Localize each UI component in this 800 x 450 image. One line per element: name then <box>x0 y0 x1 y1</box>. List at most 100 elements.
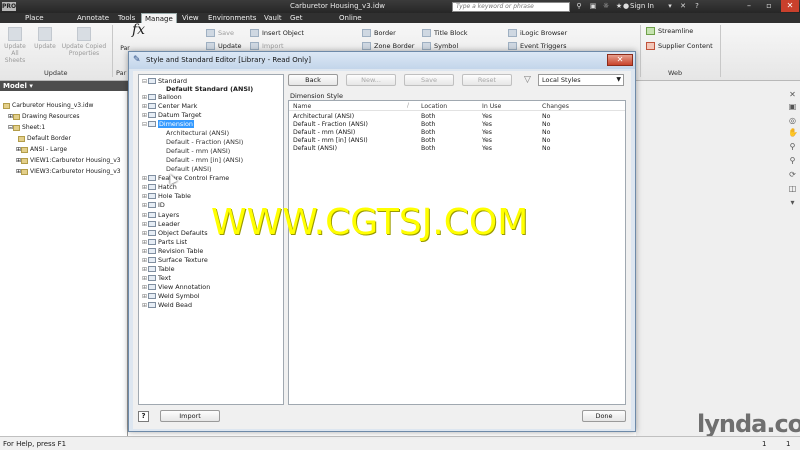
browser-item-sheet[interactable]: ⊟ Sheet:1 <box>8 124 45 131</box>
browser-item-drawing-resources[interactable]: ⊞ Drawing Resources <box>8 113 80 120</box>
chevron-down-icon[interactable]: ▾ <box>665 2 675 11</box>
browser-header[interactable]: Model ▾ <box>0 81 128 91</box>
tree-node-text[interactable]: ⊞ Text <box>142 274 171 282</box>
tab-online[interactable]: Online <box>336 13 365 23</box>
tab-environments[interactable]: Environments <box>205 13 259 23</box>
style-filter-select[interactable]: Local Styles ▼ <box>538 74 624 86</box>
viewcube-icon[interactable]: ▣ <box>788 102 797 111</box>
tree-node-architectural-ansi[interactable]: Architectural (ANSI) <box>166 129 229 137</box>
column-header-location[interactable]: Location <box>421 103 447 110</box>
graphics-window[interactable] <box>636 81 800 436</box>
maximize-button[interactable]: ▫ <box>760 0 778 12</box>
tree-node-default-mm-in-ansi[interactable]: Default - mm [in] (ANSI) <box>166 156 243 164</box>
border-button[interactable]: Border <box>362 29 396 37</box>
tree-node-parts-list[interactable]: ⊞ Parts List <box>142 238 187 246</box>
binoculars-icon[interactable]: ⚲ <box>574 2 584 11</box>
table-row[interactable]: Default - mm [in] (ANSI) Both Yes No <box>289 137 625 145</box>
tree-node-view-annotation[interactable]: ⊞ View Annotation <box>142 283 210 291</box>
tree-node-hatch[interactable]: ⊞ Hatch <box>142 183 177 191</box>
browser-item-document[interactable]: Carburetor Housing_v3.idw <box>3 102 93 109</box>
column-header-changes[interactable]: Changes <box>542 103 569 110</box>
look-at-icon[interactable]: ◫ <box>788 184 797 193</box>
steering-wheel-icon[interactable]: ◎ <box>788 116 797 125</box>
style-table[interactable]: Name / Location In Use Changes Architect… <box>288 100 626 405</box>
chevron-down-icon[interactable]: ▾ <box>788 198 797 207</box>
close-icon[interactable]: ✕ <box>788 90 797 99</box>
tree-node-id[interactable]: ⊞ ID <box>142 201 165 209</box>
browser-item-view3[interactable]: ⊞ VIEW3:Carburetor Housing_v3 <box>16 168 121 175</box>
tree-node-balloon[interactable]: ⊞ Balloon <box>142 93 182 101</box>
save-button[interactable]: Save <box>404 74 454 86</box>
update-copied-properties-button[interactable]: Update Copied Properties <box>60 27 108 57</box>
tree-node-weld-symbol[interactable]: ⊞ Weld Symbol <box>142 292 200 300</box>
ilogic-browser-button[interactable]: iLogic Browser <box>508 29 567 37</box>
back-button[interactable]: Back <box>288 74 338 86</box>
new-button[interactable]: New... <box>346 74 396 86</box>
tree-node-standard[interactable]: ⊟ Standard <box>142 77 187 85</box>
orbit-icon[interactable]: ⟳ <box>788 170 797 179</box>
tree-node-leader[interactable]: ⊞ Leader <box>142 220 180 228</box>
zoom-icon[interactable]: ⚲ <box>788 142 797 151</box>
import-style-button[interactable]: Import <box>160 410 220 422</box>
tree-node-table[interactable]: ⊞ Table <box>142 265 175 273</box>
tree-node-center-mark[interactable]: ⊞ Center Mark <box>142 102 197 110</box>
tab-view[interactable]: View <box>179 13 202 23</box>
tree-node-revision-table[interactable]: ⊞ Revision Table <box>142 247 203 255</box>
tree-node-default-mm-ansi[interactable]: Default - mm (ANSI) <box>166 147 230 155</box>
help-icon[interactable]: ? <box>692 2 702 11</box>
reset-button[interactable]: Reset <box>462 74 512 86</box>
close-button[interactable]: ✕ <box>781 0 799 12</box>
tab-annotate[interactable]: Annotate <box>74 13 112 23</box>
exchange-icon[interactable]: ✕ <box>678 2 688 11</box>
done-button[interactable]: Done <box>582 410 626 422</box>
column-header-in-use[interactable]: In Use <box>482 103 501 110</box>
table-row[interactable]: Default - mm (ANSI) Both Yes No <box>289 129 625 137</box>
title-block-button[interactable]: Title Block <box>422 29 468 37</box>
column-header-name[interactable]: Name <box>293 103 311 110</box>
update-button[interactable]: Update <box>32 27 58 50</box>
browser-item-title-block[interactable]: ⊞ ANSI - Large <box>16 146 67 153</box>
symbol-button[interactable]: Symbol <box>422 42 458 50</box>
communication-icon[interactable]: ☼ <box>601 2 611 11</box>
search-input[interactable]: Type a keyword or phrase <box>452 2 570 12</box>
tree-node-hole-table[interactable]: ⊞ Hole Table <box>142 192 191 200</box>
sign-in-link[interactable]: Sign In <box>630 2 654 10</box>
zone-border-button[interactable]: Zone Border <box>362 42 414 50</box>
table-row[interactable]: Default - Fraction (ANSI) Both Yes No <box>289 121 625 129</box>
tree-node-default-standard[interactable]: Default Standard (ANSI) <box>166 85 253 93</box>
tree-node-default-fraction-ansi[interactable]: Default - Fraction (ANSI) <box>166 138 243 146</box>
update-all-sheets-button[interactable]: Update All Sheets <box>2 27 28 64</box>
tree-node-weld-bead[interactable]: ⊞ Weld Bead <box>142 301 192 309</box>
tree-node-surface-texture[interactable]: ⊞ Surface Texture <box>142 256 208 264</box>
tree-node-object-defaults[interactable]: ⊞ Object Defaults <box>142 229 208 237</box>
insert-object-button[interactable]: Insert Object <box>250 29 304 37</box>
tree-node-feature-control-frame[interactable]: ⊞ Feature Control Frame <box>142 174 229 182</box>
browser-item-default-border[interactable]: Default Border <box>18 135 71 142</box>
chevron-down-icon: ▼ <box>616 76 621 83</box>
tab-manage[interactable]: Manage <box>141 13 177 23</box>
pan-icon[interactable]: ✋ <box>788 128 798 137</box>
update-style-button[interactable]: Update <box>206 42 242 50</box>
dialog-close-button[interactable]: ✕ <box>607 54 633 66</box>
parameters-button[interactable]: fx Par <box>116 23 145 52</box>
import-button[interactable]: Import <box>250 42 284 50</box>
tree-node-layers[interactable]: ⊞ Layers <box>142 211 179 219</box>
tab-get-started[interactable]: Get Started <box>287 13 319 32</box>
supplier-content-button[interactable]: Supplier Content <box>646 42 713 50</box>
browser-item-view1[interactable]: ⊞ VIEW1:Carburetor Housing_v3 <box>16 157 121 164</box>
help-button[interactable]: ? <box>138 411 149 422</box>
tree-node-dimension[interactable]: ⊟ Dimension <box>142 120 194 128</box>
zoom-window-icon[interactable]: ⚲ <box>788 156 797 165</box>
tree-node-datum-target[interactable]: ⊞ Datum Target <box>142 111 201 119</box>
app-icon[interactable]: PRO <box>2 2 16 11</box>
streamline-button[interactable]: Streamline <box>646 27 693 35</box>
table-row[interactable]: Default (ANSI) Both Yes No <box>289 145 625 153</box>
minimize-button[interactable]: – <box>740 0 758 12</box>
subscription-icon[interactable]: ▣ <box>588 2 598 11</box>
dialog-title-bar[interactable]: ✎ Style and Standard Editor [Library - R… <box>129 52 635 69</box>
table-row[interactable]: Architectural (ANSI) Both Yes No <box>289 113 625 121</box>
tab-place-views[interactable]: Place Views <box>22 13 48 32</box>
tab-vault[interactable]: Vault <box>261 13 285 23</box>
event-triggers-button[interactable]: Event Triggers <box>508 42 567 50</box>
save-style-button[interactable]: Save <box>206 29 234 37</box>
